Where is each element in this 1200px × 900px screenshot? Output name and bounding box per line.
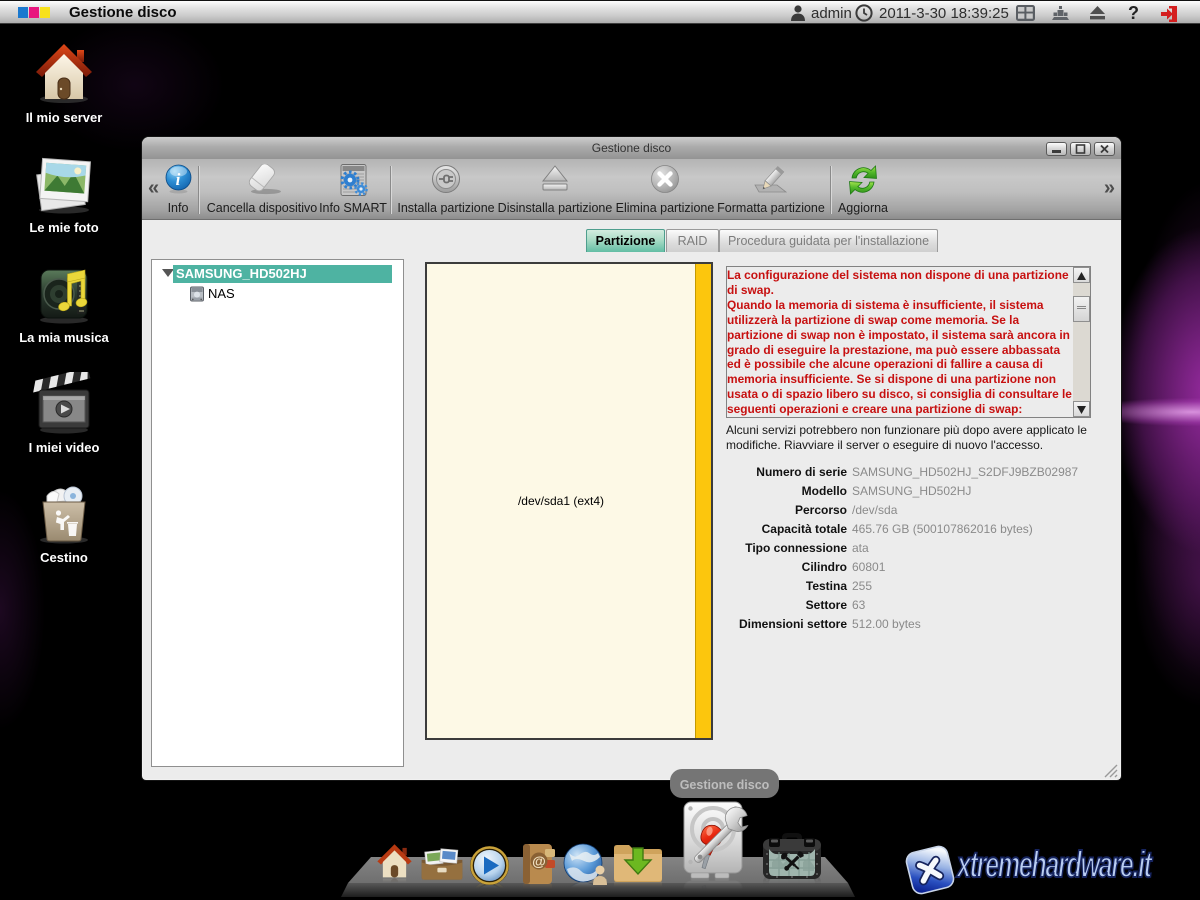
svg-text:@: @ <box>532 853 546 869</box>
svg-text:i: i <box>176 170 181 189</box>
